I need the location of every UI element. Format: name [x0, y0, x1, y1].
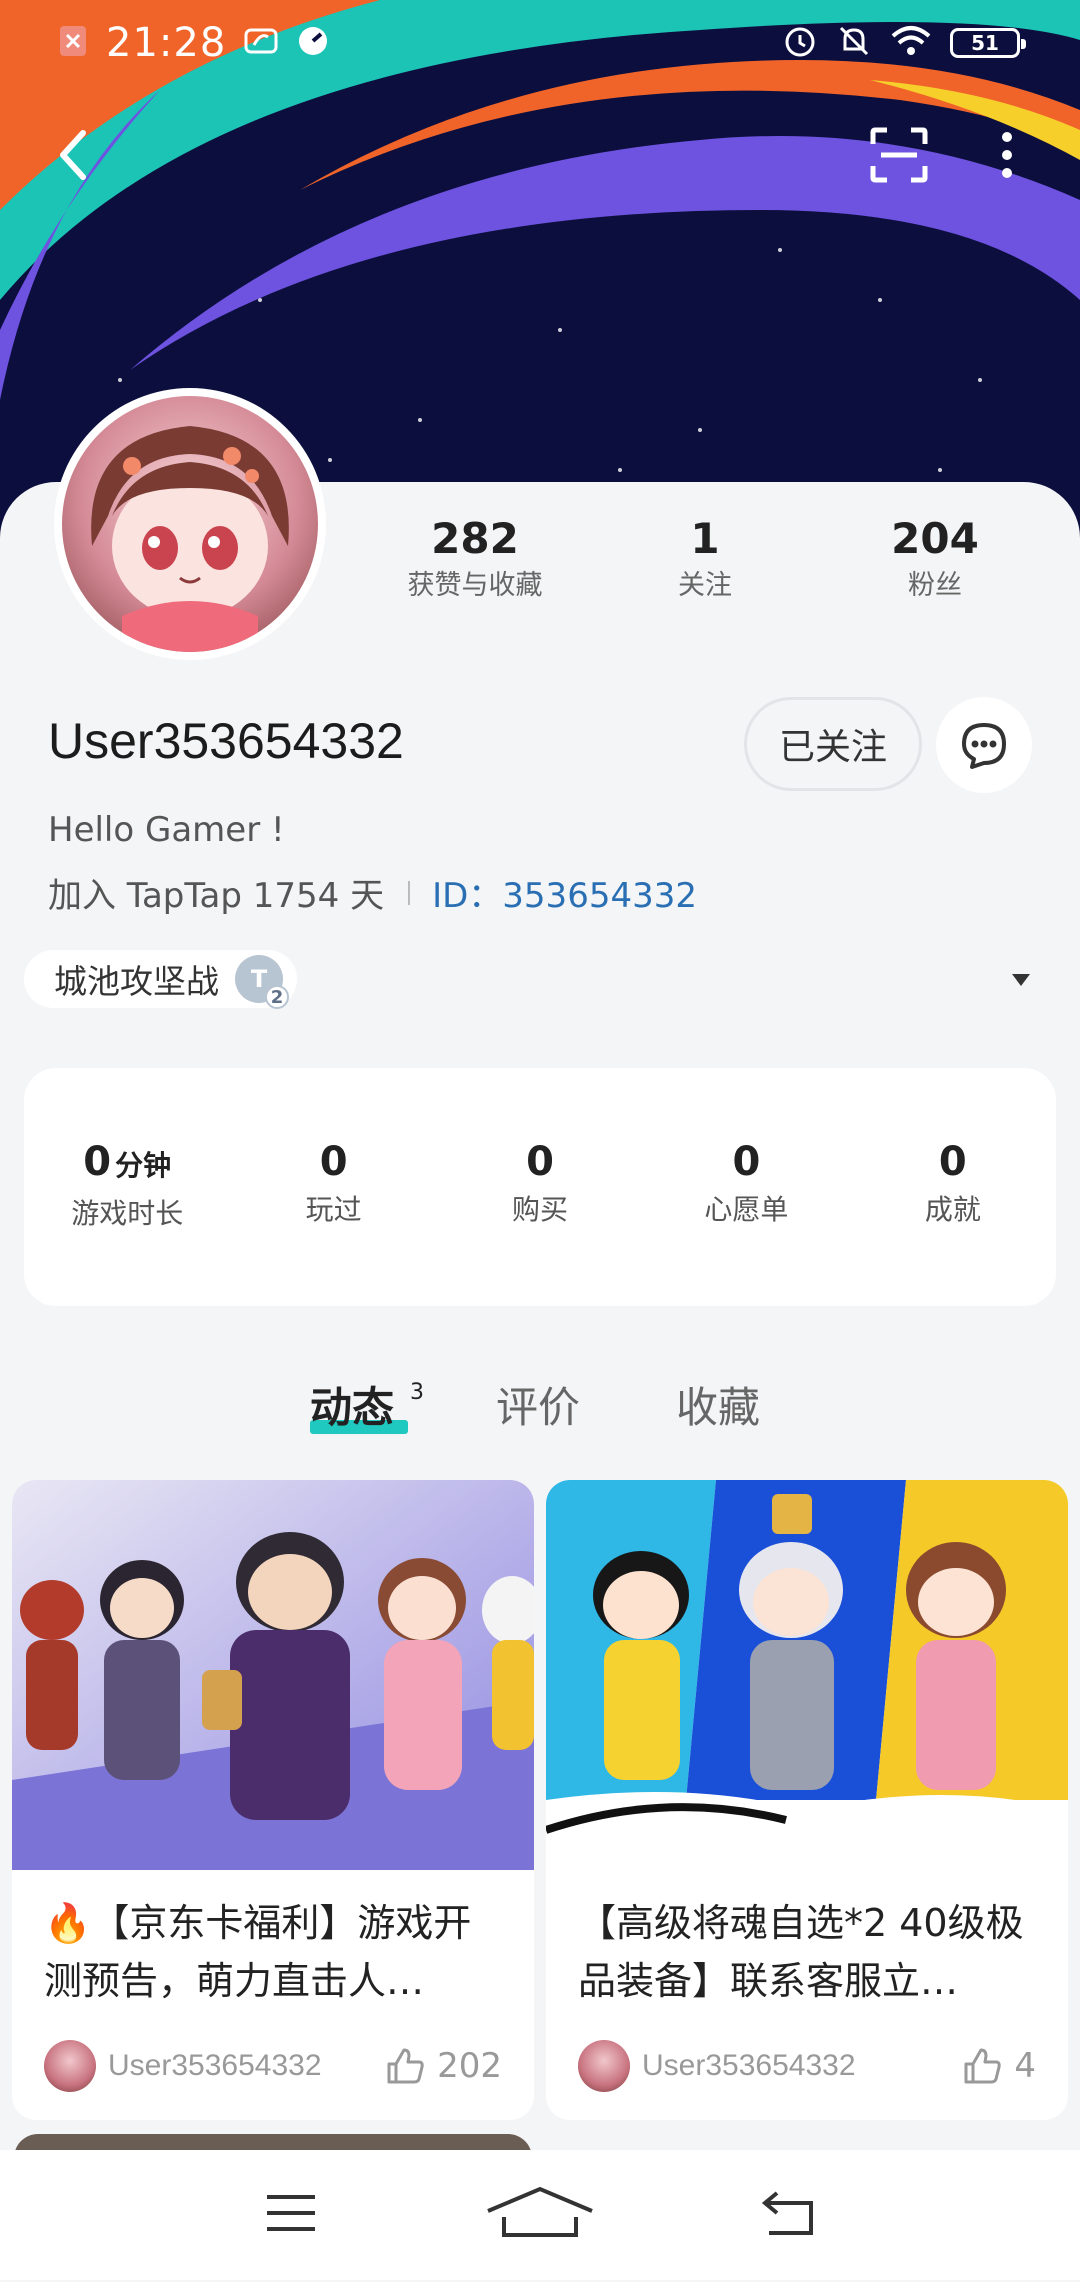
- game-stat-label: 游戏时长: [71, 1197, 184, 1230]
- divider: [408, 880, 411, 905]
- post-card[interactable]: 🔥【京东卡福利】游戏开测预告，萌力直击人… User353654332 202: [12, 1480, 534, 2120]
- message-button[interactable]: [936, 697, 1032, 793]
- game-stat-value: 0: [319, 1139, 348, 1185]
- return-icon: [762, 2191, 814, 2235]
- home-icon: [487, 2186, 593, 2237]
- battery-indicator: 51: [950, 28, 1026, 58]
- joined-days: 加入 TapTap 1754 天: [48, 876, 385, 916]
- post-meta: User353654332 4: [578, 2038, 1036, 2094]
- stat-label: 获赞与收藏: [407, 570, 543, 601]
- social-stats: 282 获赞与收藏 1 关注 204 粉丝: [360, 510, 1050, 620]
- author-avatar[interactable]: [44, 2040, 96, 2092]
- post-meta: User353654332 202: [44, 2038, 502, 2094]
- back-arrow-icon: [60, 130, 86, 180]
- stat-value: 1: [690, 514, 720, 563]
- game-stat-wishlist[interactable]: 0 心愿单: [643, 1136, 849, 1306]
- author-avatar[interactable]: [578, 2040, 630, 2092]
- system-nav-bar: [0, 2150, 1080, 2280]
- notification-icon: [58, 24, 88, 62]
- app-icon: [244, 26, 278, 60]
- speed-icon: [296, 24, 330, 62]
- game-stat-unit: 分钟: [115, 1149, 172, 1182]
- user-id-value: 353654332: [502, 876, 697, 916]
- wifi-icon: [890, 24, 932, 62]
- menu-button[interactable]: [263, 2191, 319, 2239]
- tab-reviews[interactable]: 评价: [496, 1374, 580, 1435]
- game-tag-label: 城池攻坚战: [54, 962, 219, 1001]
- top-nav: [0, 110, 1080, 200]
- game-stat-purchased[interactable]: 0 购买: [437, 1136, 643, 1306]
- thumbs-up-icon: [387, 2048, 424, 2084]
- game-stat-value: 0: [83, 1139, 112, 1185]
- alarm-icon: [782, 23, 818, 63]
- status-time: 21:28: [106, 20, 227, 66]
- post-title: 🔥【京东卡福利】游戏开测预告，萌力直击人…: [44, 1901, 472, 2003]
- like-count: 4: [1014, 2046, 1036, 2086]
- stat-likes-favorites[interactable]: 282 获赞与收藏: [360, 510, 590, 620]
- game-stat-label: 玩过: [305, 1193, 362, 1226]
- stat-label: 关注: [678, 570, 732, 601]
- followed-button[interactable]: 已关注: [744, 697, 922, 791]
- stat-value: 282: [431, 514, 519, 563]
- author-name[interactable]: User353654332: [108, 2049, 385, 2083]
- menu-icon: [266, 2195, 315, 2231]
- username: User353654332: [48, 713, 404, 769]
- game-stat-label: 成就: [924, 1193, 981, 1226]
- bio: Hello Gamer !: [48, 810, 285, 850]
- status-bar: 21:28 51: [0, 0, 1080, 86]
- level-badge-number: 2: [265, 985, 289, 1009]
- home-button[interactable]: [484, 2185, 596, 2245]
- post-image: [546, 1480, 1068, 1870]
- back-nav-button[interactable]: [761, 2189, 817, 2241]
- tab-favorites[interactable]: 收藏: [676, 1374, 760, 1435]
- level-badge-text: T: [250, 965, 268, 993]
- game-tag[interactable]: 城池攻坚战 T 2: [24, 950, 297, 1009]
- chat-icon: [962, 723, 1006, 769]
- stat-followers[interactable]: 204 粉丝: [820, 510, 1050, 620]
- mute-icon: [836, 23, 872, 63]
- post-card[interactable]: 【高级将魂自选*2 40级极品装备】联系客服立… User353654332 4: [546, 1480, 1068, 2120]
- author-name[interactable]: User353654332: [642, 2049, 962, 2083]
- game-stat-label: 购买: [512, 1193, 569, 1226]
- game-stat-label: 心愿单: [704, 1193, 789, 1226]
- stat-following[interactable]: 1 关注: [590, 510, 820, 620]
- game-stats-card: 0 分钟 游戏时长 0 玩过 0 购买 0 心愿单 0 成就: [24, 1068, 1056, 1306]
- tab-activity[interactable]: 动态: [310, 1374, 394, 1435]
- like-button[interactable]: 4: [962, 2046, 1036, 2086]
- avatar[interactable]: [54, 388, 326, 660]
- tab-activity-count: 3: [410, 1380, 424, 1405]
- joined-info: 加入 TapTap 1754 天 ID：353654332: [48, 868, 697, 917]
- more-vertical-icon: [1002, 132, 1012, 178]
- user-id-label: ID：: [432, 876, 503, 916]
- like-count: 202: [437, 2046, 502, 2086]
- game-stat-playtime[interactable]: 0 分钟 游戏时长: [24, 1136, 230, 1306]
- back-button[interactable]: [28, 110, 118, 200]
- scan-icon: [870, 127, 928, 183]
- post-image: [12, 1480, 534, 1870]
- post-title: 【高级将魂自选*2 40级极品装备】联系客服立…: [578, 1901, 1024, 2003]
- game-stat-played[interactable]: 0 玩过: [230, 1136, 436, 1306]
- game-stat-value: 0: [938, 1139, 967, 1185]
- level-badge-icon: T 2: [235, 955, 289, 1009]
- expand-caret-icon[interactable]: [1012, 974, 1030, 986]
- like-button[interactable]: 202: [385, 2046, 502, 2086]
- game-stat-value: 0: [732, 1139, 761, 1185]
- stat-value: 204: [891, 514, 979, 563]
- thumbs-up-icon: [964, 2048, 1002, 2084]
- scan-button[interactable]: [854, 110, 944, 200]
- user-id[interactable]: ID：353654332: [432, 868, 697, 917]
- content-tabs: 动态 评价 收藏: [0, 1374, 1080, 1464]
- game-stat-achievements[interactable]: 0 成就: [850, 1136, 1056, 1306]
- game-stat-value: 0: [526, 1139, 554, 1185]
- stat-label: 粉丝: [908, 570, 962, 601]
- more-button[interactable]: [962, 110, 1052, 200]
